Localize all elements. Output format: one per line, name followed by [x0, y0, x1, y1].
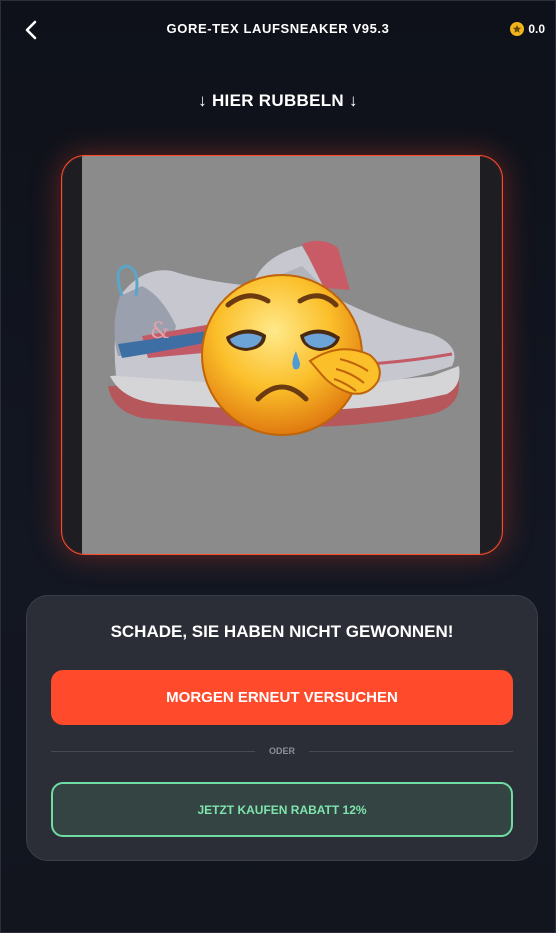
- coin-balance-value: 0.0: [528, 22, 545, 36]
- crying-face-emoji: [201, 274, 381, 436]
- page-title: GORE-TEX LAUFSNEAKER V95.3: [166, 21, 390, 36]
- header: GORE-TEX LAUFSNEAKER V95.3 0.0: [1, 1, 555, 59]
- divider: ODER: [51, 746, 514, 756]
- scratch-instruction: ↓ HIER RUBBELN ↓: [198, 91, 358, 110]
- buy-discount-button[interactable]: JETZT KAUFEN RABATT 12%: [51, 782, 513, 837]
- app-screen: GORE-TEX LAUFSNEAKER V95.3 0.0 ↓ HIER RU…: [0, 0, 556, 933]
- divider-label: ODER: [269, 746, 296, 756]
- star-coin-icon: [510, 22, 525, 36]
- divider-line-left: [51, 750, 255, 752]
- divider-line-right: [309, 750, 514, 752]
- retry-tomorrow-button[interactable]: MORGEN ERNEUT VERSUCHEN: [51, 670, 513, 725]
- scratch-surface[interactable]: &: [82, 156, 480, 554]
- result-panel: SCHADE, SIE HABEN NICHT GEWONNEN! MORGEN…: [26, 595, 538, 861]
- coin-balance: 0.0: [510, 22, 545, 36]
- scratch-card[interactable]: &: [61, 155, 503, 555]
- result-title: SCHADE, SIE HABEN NICHT GEWONNEN!: [110, 622, 454, 641]
- svg-text:&: &: [150, 319, 170, 344]
